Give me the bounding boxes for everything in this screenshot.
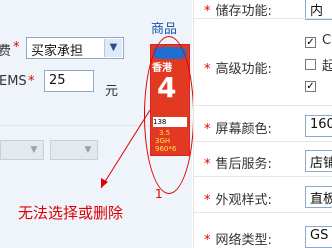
row-separator xyxy=(193,212,332,213)
attr-label-appearance: * 外观样式: xyxy=(204,193,272,208)
feature-checkbox-3[interactable]: ✓ xyxy=(305,81,316,92)
feature-checkbox-1-label: C xyxy=(322,33,332,48)
attr-label-advanced: * 高级功能: xyxy=(204,62,272,77)
feature-checkbox-2-label: 起 xyxy=(322,59,332,74)
attr-select-after-sales[interactable]: 店铺 xyxy=(305,150,332,172)
annotation-number: 1 xyxy=(155,187,163,201)
row-separator xyxy=(193,18,332,19)
row-separator xyxy=(193,141,332,142)
attr-label-network: * 网络类型: xyxy=(204,233,272,248)
attr-label-screen-color: * 屏幕颜色: xyxy=(204,122,272,137)
attr-select-network[interactable]: GS xyxy=(305,226,332,248)
attr-label-storage: * 储存功能: xyxy=(204,4,272,19)
feature-checkbox-1[interactable]: ✓ xyxy=(305,37,316,48)
annotation-text: 无法选择或删除 xyxy=(18,204,124,222)
row-separator xyxy=(193,176,332,177)
attr-select-screen-color[interactable]: 160 xyxy=(305,115,332,137)
attr-label-after-sales: * 售后服务: xyxy=(204,157,272,172)
feature-checkbox-2[interactable] xyxy=(305,59,316,70)
row-separator xyxy=(193,105,332,106)
attr-select-appearance[interactable]: 直板 xyxy=(305,186,332,208)
attr-select-storage[interactable]: 内 xyxy=(305,0,332,20)
